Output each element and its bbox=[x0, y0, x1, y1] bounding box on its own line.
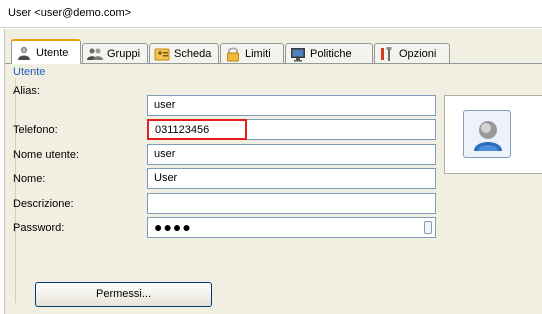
nome-field[interactable]: User bbox=[147, 168, 436, 189]
nome-utente-label: Nome utente: bbox=[13, 149, 80, 161]
user-icon bbox=[16, 45, 32, 61]
tab-label: Politiche bbox=[310, 47, 352, 60]
alias-label: Alias: bbox=[13, 85, 40, 97]
descrizione-field[interactable] bbox=[147, 193, 436, 214]
alias-field[interactable]: user bbox=[147, 95, 436, 116]
lock-icon bbox=[225, 46, 241, 62]
nome-label: Nome: bbox=[13, 173, 46, 185]
window-titlebar: User <user@demo.com> bbox=[0, 0, 542, 28]
tab-politiche[interactable]: Politiche bbox=[285, 43, 373, 63]
permissions-button[interactable]: Permessi... bbox=[35, 282, 212, 307]
telefono-field[interactable]: 031123456 bbox=[147, 119, 247, 140]
change-picture-button[interactable] bbox=[463, 110, 511, 158]
tab-label: Limiti bbox=[245, 47, 271, 60]
tab-opzioni[interactable]: Opzioni bbox=[374, 43, 450, 63]
user-picture-frame bbox=[444, 95, 542, 174]
password-label: Password: bbox=[13, 222, 65, 234]
tab-utente[interactable]: Utente bbox=[11, 39, 81, 64]
password-spin-icon[interactable] bbox=[424, 221, 432, 234]
utente-panel: Utente Alias: user Telefono: 031123456 N… bbox=[5, 63, 542, 314]
tab-gruppi[interactable]: Gruppi bbox=[82, 43, 148, 63]
monitor-icon bbox=[290, 46, 306, 62]
tab-label: Opzioni bbox=[399, 47, 437, 60]
password-value: ●●●● bbox=[154, 219, 192, 235]
card-icon bbox=[154, 46, 170, 62]
window-title: User <user@demo.com> bbox=[8, 7, 132, 19]
group-label: Utente bbox=[11, 66, 48, 78]
group-border bbox=[15, 73, 16, 303]
user-avatar-icon bbox=[474, 121, 502, 151]
password-field[interactable]: ●●●● bbox=[147, 217, 436, 238]
telefono-label: Telefono: bbox=[13, 124, 58, 136]
descrizione-label: Descrizione: bbox=[13, 198, 74, 210]
tab-strip: Utente Gruppi Scheda Limiti Politiche Op… bbox=[5, 39, 542, 64]
tools-icon bbox=[379, 46, 395, 62]
group-icon bbox=[87, 46, 103, 62]
tab-label: Scheda bbox=[174, 47, 212, 60]
tab-limiti[interactable]: Limiti bbox=[220, 43, 284, 63]
tab-label: Utente bbox=[36, 46, 69, 59]
tab-scheda[interactable]: Scheda bbox=[149, 43, 219, 63]
tab-label: Gruppi bbox=[107, 47, 141, 60]
nome-utente-field[interactable]: user bbox=[147, 144, 436, 165]
user-properties-window: Utente Gruppi Scheda Limiti Politiche Op… bbox=[4, 29, 542, 314]
